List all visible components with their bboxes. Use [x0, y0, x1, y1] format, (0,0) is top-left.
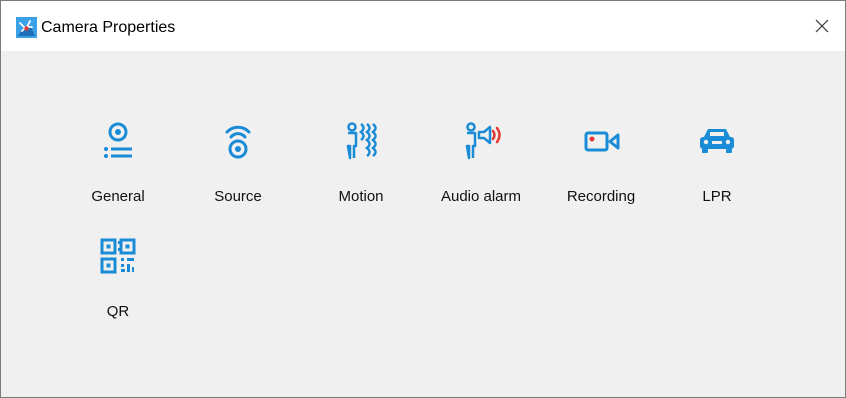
general-icon [104, 122, 132, 158]
recording-icon [584, 131, 620, 152]
tile-audio-alarm[interactable]: Audio alarm [431, 101, 531, 205]
camera-properties-app-icon [16, 17, 37, 38]
motion-icon [346, 122, 377, 160]
tile-general[interactable]: General [68, 101, 168, 205]
window-title: Camera Properties [41, 19, 176, 36]
tile-recording[interactable]: Recording [551, 101, 651, 205]
tile-label-recording: Recording [566, 188, 636, 205]
properties-grid: General Source Motion Audio alarm Record… [1, 51, 845, 397]
camera-properties-window: Camera Properties General Source Motion … [0, 0, 846, 398]
tile-motion[interactable]: Motion [311, 101, 411, 205]
tile-label-qr: QR [106, 303, 130, 320]
tile-source[interactable]: Source [188, 101, 288, 205]
qr-code-icon [100, 238, 136, 274]
tile-lpr[interactable]: LPR [667, 101, 767, 205]
tile-label-source: Source [214, 188, 262, 205]
lpr-car-icon [700, 129, 734, 153]
tile-qr[interactable]: QR [68, 216, 168, 320]
tile-label-lpr: LPR [702, 188, 732, 205]
close-icon [815, 19, 829, 33]
tile-label-motion: Motion [338, 188, 384, 205]
tile-label-audio-alarm: Audio alarm [440, 188, 522, 205]
source-icon [225, 125, 251, 159]
close-button[interactable] [799, 1, 845, 51]
tile-label-general: General [91, 188, 145, 205]
title-bar: Camera Properties [1, 1, 845, 51]
audio-alarm-icon [465, 122, 501, 160]
